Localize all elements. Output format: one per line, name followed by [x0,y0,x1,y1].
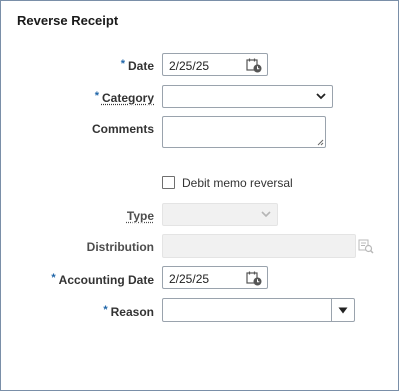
required-indicator: * [120,58,125,70]
calendar-icon[interactable] [246,58,262,73]
resize-handle-icon[interactable] [317,139,324,146]
chevron-down-icon [316,93,326,100]
reverse-receipt-dialog: Reverse Receipt * Date 2/25/25 * Category … [0,0,399,391]
category-select[interactable] [162,85,333,108]
category-label: * Category [94,90,154,105]
chevron-down-icon [261,211,271,218]
dialog-title: Reverse Receipt [17,13,119,28]
distribution-field [162,234,356,258]
search-icon [358,239,374,254]
date-label: * Date [120,58,154,73]
date-field[interactable]: 2/25/25 [162,53,268,76]
comments-label: Comments [91,122,154,136]
required-indicator: * [51,272,56,284]
type-select [162,203,278,226]
accounting-date-value: 2/25/25 [169,272,210,286]
required-indicator: * [94,90,99,102]
debit-memo-reversal-label[interactable]: Debit memo reversal [182,176,293,190]
reason-combobox[interactable] [162,298,355,322]
type-label: Type [126,209,154,223]
reason-dropdown-button[interactable] [331,299,354,321]
calendar-icon[interactable] [246,271,262,286]
distribution-label: Distribution [86,240,154,254]
required-indicator: * [103,304,108,316]
reason-label: * Reason [103,304,154,319]
triangle-down-icon [338,307,348,314]
debit-memo-reversal-checkbox[interactable] [162,176,175,189]
comments-textarea[interactable] [162,116,326,148]
accounting-date-field[interactable]: 2/25/25 [162,266,268,289]
date-value: 2/25/25 [169,59,210,73]
accounting-date-label: * Accounting Date [51,272,154,287]
